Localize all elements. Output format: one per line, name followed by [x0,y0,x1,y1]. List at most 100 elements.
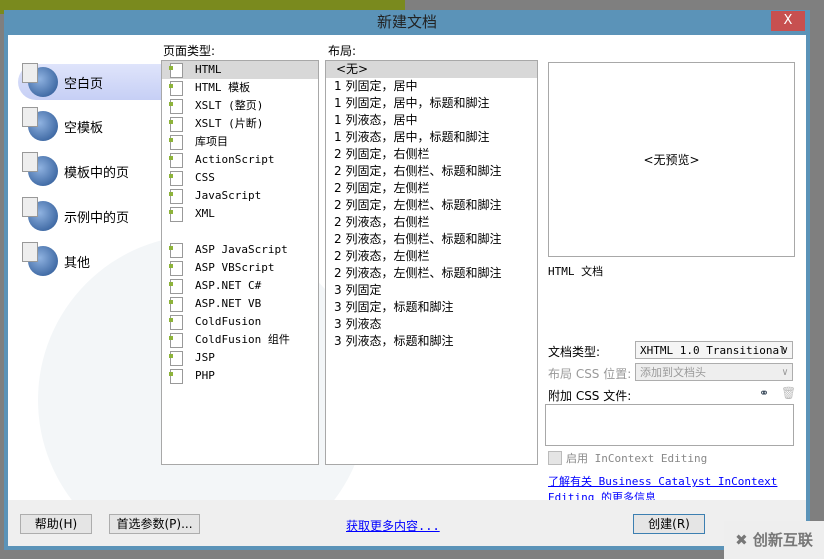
page-type-item[interactable]: ASP JavaScript [162,241,318,259]
page-type-label: ASP JavaScript [195,243,288,256]
page-type-item[interactable]: PHP [162,367,318,385]
link-line: Editing 的更多信息 [548,491,656,500]
page-type-label: XSLT (整页) [195,99,264,112]
page-type-label: ActionScript [195,153,275,166]
file-icon [169,278,183,294]
layout-item[interactable]: 2 列液态，右侧栏、标题和脚注 [326,231,537,248]
checkbox-icon [548,451,562,465]
close-button[interactable]: X [771,11,805,31]
layout-item[interactable]: 3 列液态，标题和脚注 [326,333,537,350]
page-type-label: PHP [195,369,215,382]
page-type-label: 库项目 [195,135,228,148]
category-blank-template[interactable]: 空模板 [18,107,168,144]
page-type-item[interactable]: XML [162,205,318,223]
file-icon [169,350,183,366]
page-type-label: JSP [195,351,215,364]
category-page-from-sample[interactable]: 示例中的页 [18,197,168,234]
page-type-label: HTML [195,63,222,76]
page-type-item[interactable]: CSS [162,169,318,187]
category-label: 空模板 [64,120,104,136]
page-type-item[interactable]: ASP.NET C# [162,277,318,295]
page-type-list[interactable]: HTML HTML 模板 XSLT (整页) XSLT (片断) 库项目 ActionSc… [161,60,319,465]
page-type-item[interactable]: HTML [162,61,318,79]
page-type-label: ASP.NET VB [195,297,262,310]
page-type-item[interactable]: JavaScript [162,187,318,205]
file-icon [169,62,183,78]
layout-item[interactable]: <无> [326,61,537,78]
sample-page-icon [22,197,58,231]
css-position-label: 布局 CSS 位置: [548,367,632,381]
page-type-item[interactable]: ASP.NET VB [162,295,318,313]
help-button[interactable]: 帮助(H) [20,514,92,534]
incontext-label: 启用 InContext Editing [566,452,708,465]
page-type-item [162,223,318,241]
layout-item[interactable]: 2 列液态，右侧栏 [326,214,537,231]
page-type-item[interactable]: ActionScript [162,151,318,169]
layout-item[interactable]: 2 列液态，左侧栏 [326,248,537,265]
category-page-from-template[interactable]: 模板中的页 [18,152,168,189]
link-icon[interactable]: ⚭ [759,386,769,400]
layout-item[interactable]: 3 列固定，标题和脚注 [326,299,537,316]
page-type-item[interactable]: ASP VBScript [162,259,318,277]
page-type-item[interactable]: ColdFusion [162,313,318,331]
page-type-label: ASP VBScript [195,261,275,274]
file-icon [169,332,183,348]
preview-pane: <无预览> [548,62,795,257]
template-page-icon [22,152,58,186]
layout-item[interactable]: 2 列固定，左侧栏 [326,180,537,197]
category-label: 其他 [64,255,91,271]
chevron-down-icon: ∨ [781,367,788,378]
file-icon [169,152,183,168]
dialog-title: 新建文档 [376,13,437,31]
layout-item[interactable]: 2 列固定，右侧栏 [326,146,537,163]
layout-item[interactable]: 1 列液态，居中，标题和脚注 [326,129,537,146]
doc-type-select[interactable]: XHTML 1.0 Transitional ∨ [635,341,793,359]
preferences-button[interactable]: 首选参数(P)... [109,514,200,534]
page-type-item[interactable]: JSP [162,349,318,367]
file-icon [169,260,183,276]
file-icon [169,296,183,312]
file-icon [169,368,183,384]
category-other[interactable]: 其他 [18,242,168,279]
layout-item[interactable]: 3 列液态 [326,316,537,333]
file-icon [169,242,183,258]
layout-item[interactable]: 1 列固定，居中，标题和脚注 [326,95,537,112]
page-type-item[interactable]: ColdFusion 组件 [162,331,318,349]
category-blank-page[interactable]: 空白页 [18,63,168,100]
page-type-header: 页面类型: [163,44,216,58]
incontext-checkbox[interactable]: 启用 InContext Editing [548,450,707,466]
file-icon [169,314,183,330]
blank-page-icon [22,63,58,97]
page-type-label: JavaScript [195,189,262,202]
page-type-label: XML [195,207,215,220]
layout-item[interactable]: 1 列固定，居中 [326,78,537,95]
file-icon [169,134,183,150]
layout-list[interactable]: <无> 1 列固定，居中 1 列固定，居中，标题和脚注 1 列液态，居中 1 列液态，居… [325,60,538,465]
page-type-item[interactable]: XSLT (整页) [162,97,318,115]
file-icon [169,98,183,114]
page-type-item[interactable]: XSLT (片断) [162,115,318,133]
category-label: 示例中的页 [64,210,130,226]
business-catalyst-link[interactable]: 了解有关 Business Catalyst InContext Editing … [548,473,777,500]
page-type-item[interactable]: 库项目 [162,133,318,151]
page-type-label: ColdFusion 组件 [195,333,290,346]
attach-css-list[interactable] [545,404,794,446]
page-type-label: ASP.NET C# [195,279,262,292]
link-line: 了解有关 Business Catalyst InContext [548,475,778,488]
page-type-item[interactable]: HTML 模板 [162,79,318,97]
get-more-content-link[interactable]: 获取更多内容... [346,517,440,534]
category-label: 模板中的页 [64,165,130,181]
doc-type-value: XHTML 1.0 Transitional [640,344,786,357]
page-type-label: ColdFusion [195,315,262,328]
css-position-select[interactable]: 添加到文档头 ∨ [635,363,793,381]
layout-item[interactable]: 2 列固定，右侧栏、标题和脚注 [326,163,537,180]
layout-item[interactable]: 1 列液态，居中 [326,112,537,129]
doc-type-label: 文档类型: [548,345,601,359]
layout-item[interactable]: 2 列固定，左侧栏、标题和脚注 [326,197,537,214]
trash-icon[interactable]: 🗑 [781,386,796,400]
attach-css-label: 附加 CSS 文件: [548,389,632,403]
layout-item[interactable]: 3 列固定 [326,282,537,299]
layout-item[interactable]: 2 列液态，左侧栏、标题和脚注 [326,265,537,282]
create-button[interactable]: 创建(R) [633,514,705,534]
css-position-value: 添加到文档头 [640,366,706,379]
